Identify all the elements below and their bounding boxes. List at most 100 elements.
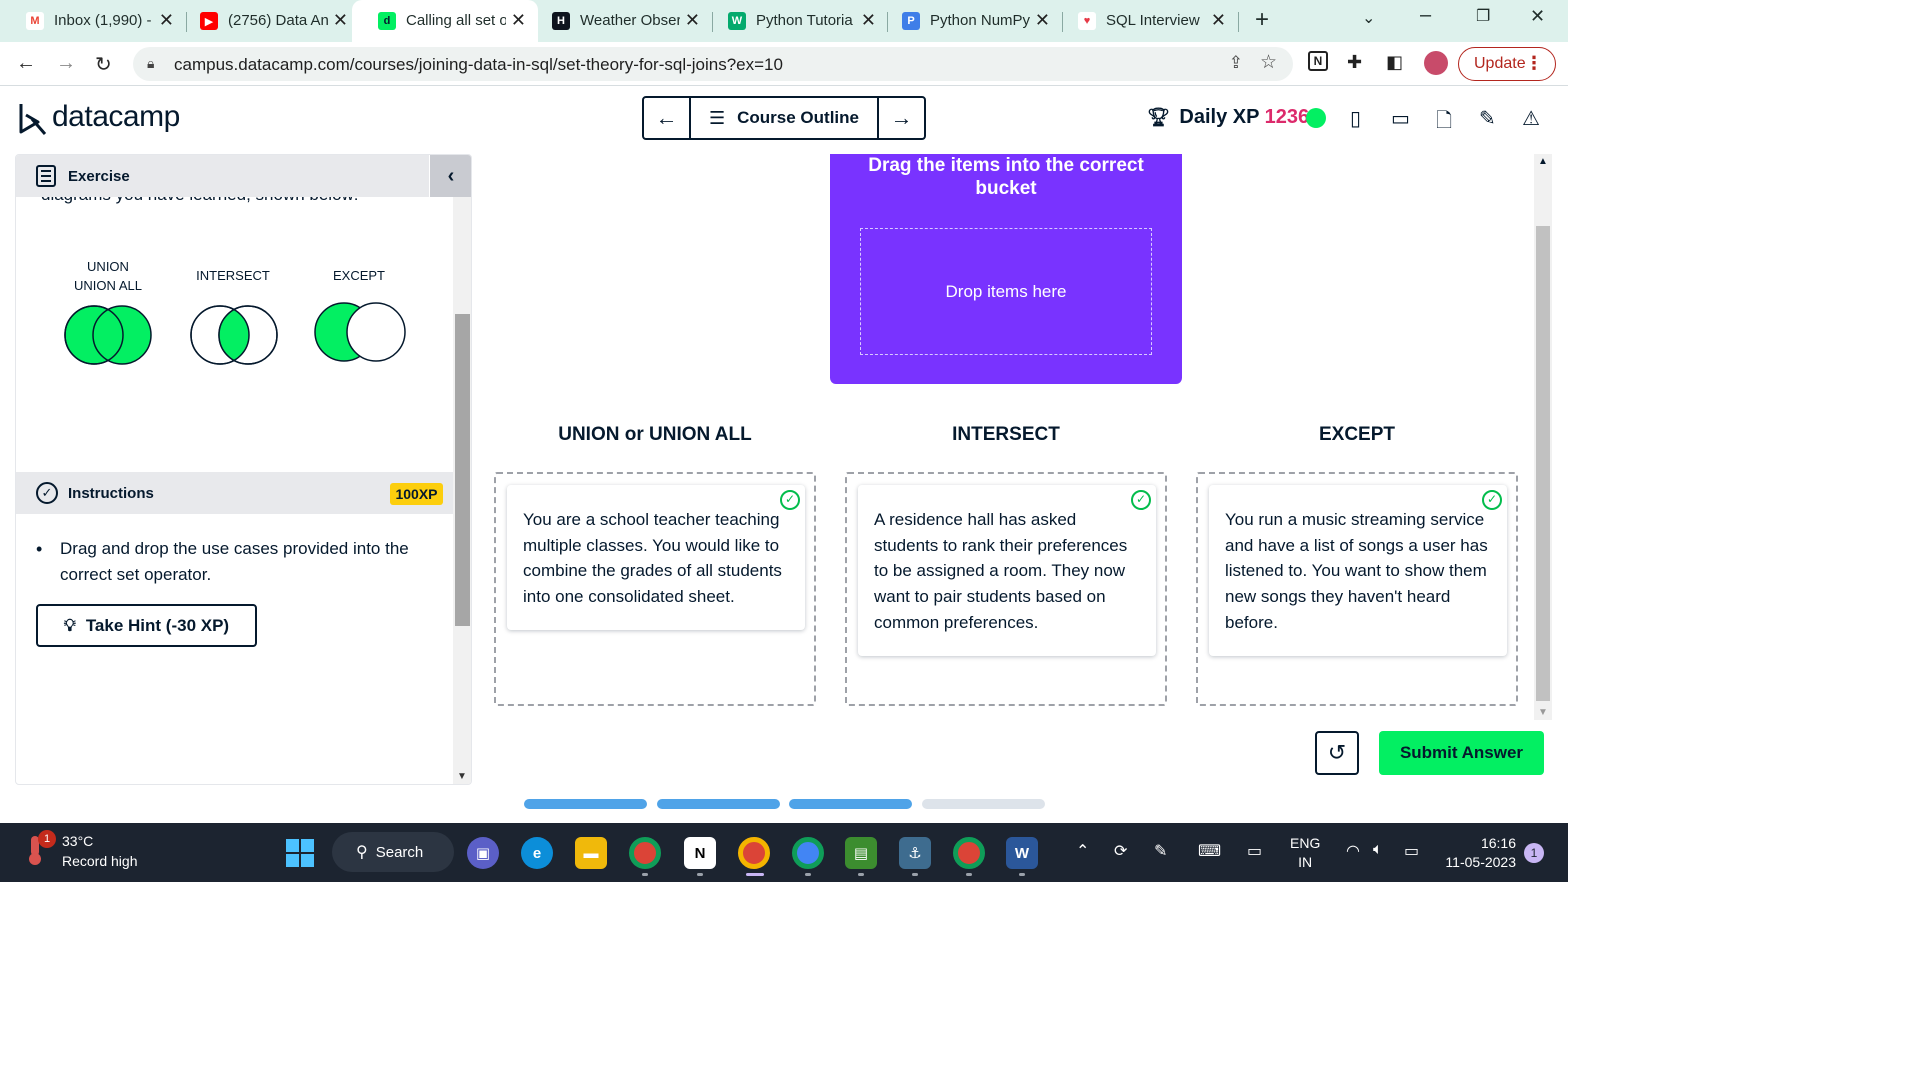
reload-icon[interactable]: ↻ — [95, 52, 112, 77]
share-icon[interactable]: ⇪ — [1229, 53, 1243, 73]
browser-toolbar: ← → ↻ 🔒︎ campus.datacamp.com/courses/joi… — [0, 42, 1568, 86]
tablet-icon[interactable]: ▭ — [1247, 841, 1262, 861]
minimize-icon[interactable]: – — [1420, 4, 1431, 27]
take-hint-button[interactable]: 💡︎ Take Hint (-30 XP) — [36, 604, 257, 647]
browser-tab-w3schools[interactable]: W Python Tutoria ✕ — [702, 0, 888, 42]
weather-description[interactable]: Record high — [62, 853, 138, 869]
next-exercise-button[interactable]: → — [879, 98, 924, 138]
w3schools-icon: W — [728, 12, 746, 30]
url-text[interactable]: campus.datacamp.com/courses/joining-data… — [174, 55, 783, 75]
bucket-union[interactable]: ✓ You are a school teacher teaching mult… — [494, 472, 816, 706]
sync-icon[interactable]: ⟳ — [1114, 841, 1127, 861]
datacamp-logo-icon[interactable] — [18, 102, 48, 136]
warning-icon[interactable]: ⚠︎ — [1522, 106, 1540, 131]
hint-label: Take Hint (-30 XP) — [85, 615, 230, 635]
daily-xp[interactable]: 🏆︎ Daily XP 1236 — [1147, 106, 1309, 129]
address-bar[interactable]: 🔒︎ campus.datacamp.com/courses/joining-d… — [133, 47, 1293, 81]
chevron-up-icon[interactable]: ⌃ — [1076, 841, 1089, 861]
word-icon[interactable]: W — [1006, 837, 1038, 869]
browser-tab-interviewquery[interactable]: ♥ SQL Interview ✕ — [1052, 0, 1238, 42]
pencil-icon[interactable]: ✎ — [1479, 106, 1496, 131]
windows-start-icon[interactable] — [286, 839, 314, 867]
keyboard-icon[interactable]: ⌨︎ — [1198, 841, 1221, 861]
update-button[interactable]: Update ⋮ — [1458, 47, 1556, 81]
slides-icon[interactable]: 🗋︎ — [1436, 106, 1452, 140]
drop-zone[interactable]: Drop items here — [860, 228, 1152, 355]
taskbar-search[interactable]: ⚲ Search — [332, 832, 454, 872]
bucket-except[interactable]: ✓ You run a music streaming service and … — [1196, 472, 1518, 706]
window-close-icon[interactable]: ✕ — [1530, 6, 1545, 27]
edge-icon[interactable]: e — [521, 837, 553, 869]
scroll-up-arrow-icon[interactable]: ▲ — [1538, 156, 1548, 167]
forward-icon[interactable]: → — [56, 52, 76, 75]
python-idle-icon[interactable]: ▤ — [845, 837, 877, 869]
notification-badge[interactable]: 1 — [1524, 843, 1544, 863]
datacamp-icon: d — [378, 12, 396, 30]
browser-tab-youtube[interactable]: ▶ (2756) Data An ✕ — [174, 0, 360, 42]
draggable-card[interactable]: ✓ A residence hall has asked students to… — [858, 485, 1156, 656]
tab-title: Python Tutoria — [756, 12, 853, 29]
system-clock[interactable]: 16:16 11-05-2023 — [1438, 834, 1516, 872]
notion-extension-icon[interactable]: N — [1308, 51, 1328, 71]
venn-label-union: UNION UNION ALL — [74, 259, 142, 293]
side-panel-icon[interactable]: ◧ — [1386, 52, 1403, 73]
lock-icon[interactable]: 🔒︎ — [147, 55, 154, 72]
restore-icon[interactable]: ❐ — [1476, 6, 1490, 26]
mysql-workbench-icon[interactable]: ⚓︎ — [899, 837, 931, 869]
mobile-icon[interactable]: ▯ — [1350, 106, 1361, 131]
draggable-card[interactable]: ✓ You are a school teacher teaching mult… — [507, 485, 805, 630]
battery-icon[interactable]: ▭ — [1404, 841, 1419, 861]
collapse-panel-button[interactable]: ‹ — [430, 155, 471, 197]
chrome-profile-icon[interactable] — [629, 837, 661, 869]
scroll-down-arrow-icon[interactable]: ▼ — [457, 771, 467, 782]
main-scrollbar[interactable]: ▲ ▼ — [1534, 154, 1552, 720]
notion-icon[interactable]: N — [684, 837, 716, 869]
wifi-icon[interactable]: ◠ — [1346, 841, 1360, 861]
notes-icon[interactable]: ✎ — [1154, 841, 1167, 861]
scrollbar-thumb[interactable] — [455, 314, 470, 626]
scroll-down-arrow-icon[interactable]: ▼ — [1538, 707, 1548, 718]
close-icon[interactable]: ✕ — [511, 10, 526, 31]
close-icon[interactable]: ✕ — [1211, 10, 1226, 31]
close-icon[interactable]: ✕ — [159, 10, 174, 31]
browser-tab-gmail[interactable]: M Inbox (1,990) - ✕ — [0, 0, 186, 42]
profile-avatar[interactable] — [1424, 51, 1448, 75]
volume-icon[interactable]: 🔈︎ — [1373, 841, 1383, 859]
close-icon[interactable]: ✕ — [685, 10, 700, 31]
teams-chat-icon[interactable]: ▣ — [467, 837, 499, 869]
input-language[interactable]: ENG IN — [1290, 834, 1320, 872]
chrome-active-icon[interactable] — [738, 837, 770, 869]
weather-temperature[interactable]: 33°C — [62, 833, 93, 849]
submit-answer-button[interactable]: Submit Answer — [1379, 731, 1544, 775]
close-icon[interactable]: ✕ — [333, 10, 348, 31]
tab-search-chevron-icon[interactable]: ⌄ — [1362, 8, 1375, 28]
new-tab-icon[interactable]: + — [1255, 6, 1269, 34]
column-title-except: EXCEPT — [1318, 424, 1396, 445]
browser-tab-datacamp[interactable]: d Calling all set o ✕ — [352, 0, 538, 42]
column-title-intersect: INTERSECT — [952, 424, 1060, 445]
close-icon[interactable]: ✕ — [861, 10, 876, 31]
bucket-intersect[interactable]: ✓ A residence hall has asked students to… — [845, 472, 1167, 706]
extensions-puzzle-icon[interactable]: ✚ — [1347, 52, 1362, 73]
draggable-card[interactable]: ✓ You run a music streaming service and … — [1209, 485, 1507, 656]
course-outline-button[interactable]: ☰ Course Outline — [689, 98, 879, 138]
progress-segment — [656, 799, 780, 809]
chrome-profile-icon[interactable] — [953, 837, 985, 869]
reset-button[interactable]: ↺ — [1315, 731, 1359, 775]
chrome-profile-icon[interactable] — [792, 837, 824, 869]
video-icon[interactable]: ▭ — [1391, 106, 1410, 131]
bookmark-star-icon[interactable]: ☆ — [1260, 51, 1277, 74]
browser-tab-programiz[interactable]: P Python NumPy ✕ — [876, 0, 1062, 42]
scrollbar-thumb[interactable] — [1536, 226, 1550, 701]
browser-tab-hackerrank[interactable]: H Weather Obser ✕ — [526, 0, 712, 42]
xp-value: 1236 — [1264, 106, 1310, 128]
file-explorer-icon[interactable]: ▬ — [575, 837, 607, 869]
instructions-label: Instructions — [68, 484, 154, 502]
back-icon[interactable]: ← — [16, 52, 36, 75]
panel-scrollbar[interactable]: ▼ — [453, 197, 471, 784]
close-icon[interactable]: ✕ — [1035, 10, 1050, 31]
venn-intersect-diagram — [190, 305, 278, 365]
exercise-icon — [36, 165, 56, 187]
previous-exercise-button[interactable]: ← — [644, 98, 689, 138]
logo-text[interactable]: datacamp — [52, 100, 180, 134]
